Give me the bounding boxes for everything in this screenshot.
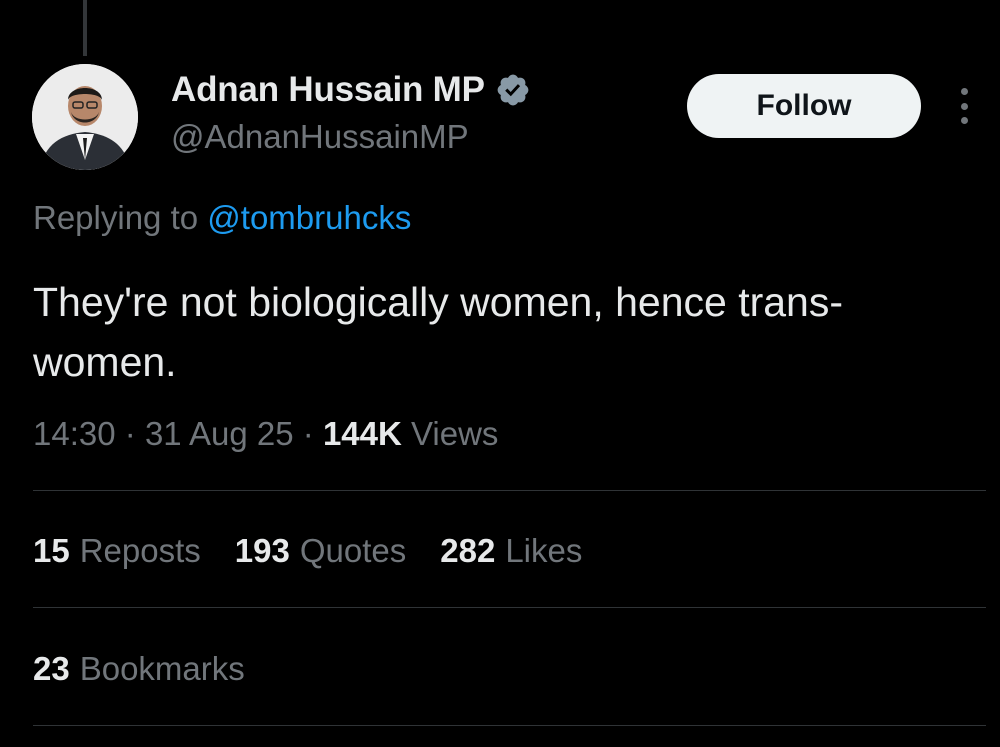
views-label: Views bbox=[411, 415, 499, 452]
bookmarks-count: 23 bbox=[33, 650, 70, 687]
more-dot bbox=[960, 88, 968, 95]
verified-badge-icon[interactable] bbox=[495, 72, 531, 108]
more-dot bbox=[960, 102, 968, 110]
views-count: 144K bbox=[322, 415, 402, 452]
meta-separator: · bbox=[302, 415, 314, 452]
reposts-label: Reposts bbox=[79, 532, 201, 569]
quotes-label: Quotes bbox=[299, 532, 407, 569]
divider bbox=[33, 725, 986, 726]
follow-button[interactable]: Follow bbox=[687, 74, 921, 138]
likes-label: Likes bbox=[505, 532, 583, 569]
engagement-stats: 15 Reposts 193 Quotes 282 Likes bbox=[33, 532, 582, 570]
quotes-stat[interactable]: 193 Quotes bbox=[235, 532, 406, 570]
author-handle[interactable]: @AdnanHussainMP bbox=[171, 118, 469, 156]
reply-mention-link[interactable]: @tombruhcks bbox=[207, 199, 411, 236]
meta-separator: · bbox=[124, 415, 136, 452]
reposts-stat[interactable]: 15 Reposts bbox=[33, 532, 201, 570]
divider bbox=[33, 490, 986, 491]
tweet-date[interactable]: 31 Aug 25 bbox=[145, 415, 294, 452]
more-dot bbox=[960, 117, 968, 124]
quotes-count: 193 bbox=[234, 532, 290, 569]
reposts-count: 15 bbox=[33, 532, 70, 569]
avatar-image bbox=[32, 64, 138, 170]
replying-to-line: Replying to @tombruhcks bbox=[33, 199, 411, 237]
likes-count: 282 bbox=[440, 532, 496, 569]
more-options-icon[interactable] bbox=[954, 88, 974, 124]
bookmarks-stat[interactable]: 23 Bookmarks bbox=[33, 650, 245, 688]
bookmarks-label: Bookmarks bbox=[79, 650, 245, 687]
likes-stat[interactable]: 282 Likes bbox=[440, 532, 582, 570]
tweet-meta: 14:30 · 31 Aug 25 · 144K Views bbox=[33, 415, 498, 453]
avatar[interactable] bbox=[32, 64, 138, 170]
tweet-text: They're not biologically women, hence tr… bbox=[33, 279, 844, 385]
author-name-row: Adnan Hussain MP bbox=[171, 70, 531, 110]
tweet-time[interactable]: 14:30 bbox=[33, 415, 116, 452]
divider bbox=[33, 607, 986, 608]
thread-connector-line bbox=[83, 0, 87, 56]
author-display-name[interactable]: Adnan Hussain MP bbox=[171, 70, 485, 110]
replying-to-label: Replying to bbox=[33, 199, 199, 236]
